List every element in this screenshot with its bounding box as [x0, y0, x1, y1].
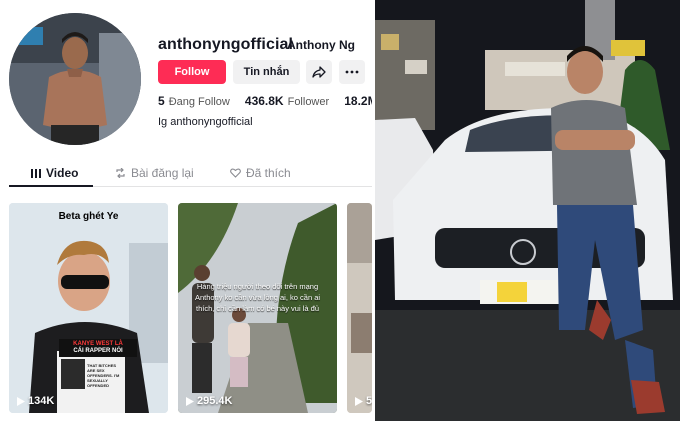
profile-username: anthonyngofficial [158, 36, 294, 53]
video-thumbnail-2[interactable]: Hàng triệu người theo dõi trên mạng Anth… [178, 203, 337, 413]
profile-nickname: Anthony Ng [287, 38, 355, 52]
message-button[interactable]: Tin nhắn [233, 60, 300, 84]
more-options-button[interactable] [339, 60, 365, 84]
likes-count: 18.2M [344, 94, 372, 108]
profile-bio: Ig anthonyngofficial [158, 116, 253, 128]
tab-reposts-label: Bài đăng lại [131, 166, 194, 180]
video-1-view-count: 134K [28, 395, 55, 407]
avatar-photo [9, 13, 141, 145]
video-1-shirt-text: THAT BITCHES ARE SEX OFFENDERS. I'M SEXU… [87, 363, 120, 388]
tab-liked[interactable]: Đã thích [230, 166, 291, 180]
video-thumbnail-3[interactable]: 5 [347, 203, 372, 413]
tab-video-label: Video [46, 166, 79, 180]
video-3-frame [347, 203, 372, 413]
video-thumbnail-1[interactable]: Beta ghét Ye KANYE WEST LÀ CÁI RAPPER NÓ… [9, 203, 168, 413]
video-2-views: 295.4K [186, 395, 232, 407]
tab-reposts[interactable]: Bài đăng lại [115, 166, 194, 180]
share-button[interactable] [306, 60, 332, 84]
profile-avatar[interactable] [9, 13, 141, 145]
video-3-views: 5 [355, 395, 372, 407]
video-1-banner-line2: CÁI RAPPER NÓI [73, 348, 123, 354]
following-count[interactable]: 5 [158, 94, 165, 108]
night-street-photo [375, 0, 680, 421]
tab-video[interactable]: Video [31, 166, 78, 180]
video-2-view-count: 295.4K [197, 395, 233, 407]
follow-button[interactable]: Follow [158, 60, 226, 84]
followers-count[interactable]: 436.8K [245, 94, 284, 108]
video-2-overlay-text: Hàng triệu người theo dõi trên mạng Anth… [194, 282, 321, 313]
profile-stats: 5Đang Follow 436.8KFollower 18.2M [158, 94, 372, 108]
video-1-caption: Beta ghét Ye [58, 211, 119, 222]
grid-icon [31, 168, 41, 178]
video-1-views: 134K [17, 395, 54, 407]
tiktok-profile-panel: anthonyngofficial Anthony Ng Follow Tin … [0, 0, 372, 421]
video-1-banner-line1: KANYE WEST LÀ [73, 341, 123, 347]
photo-man-with-car [375, 0, 680, 421]
more-dots-icon [345, 70, 359, 74]
play-icon [186, 396, 194, 406]
play-icon [17, 396, 25, 406]
profile-tabs: Video Bài đăng lại Đã thích [9, 163, 372, 187]
following-label: Đang Follow [168, 96, 230, 108]
play-icon [355, 396, 363, 406]
video-1-banner: KANYE WEST LÀ CÁI RAPPER NÓI [59, 339, 137, 357]
tab-liked-label: Đã thích [246, 166, 291, 180]
heart-icon [230, 168, 241, 178]
repost-icon [116, 168, 125, 178]
followers-label: Follower [287, 96, 330, 108]
active-tab-indicator [9, 185, 93, 187]
share-icon [312, 66, 326, 78]
